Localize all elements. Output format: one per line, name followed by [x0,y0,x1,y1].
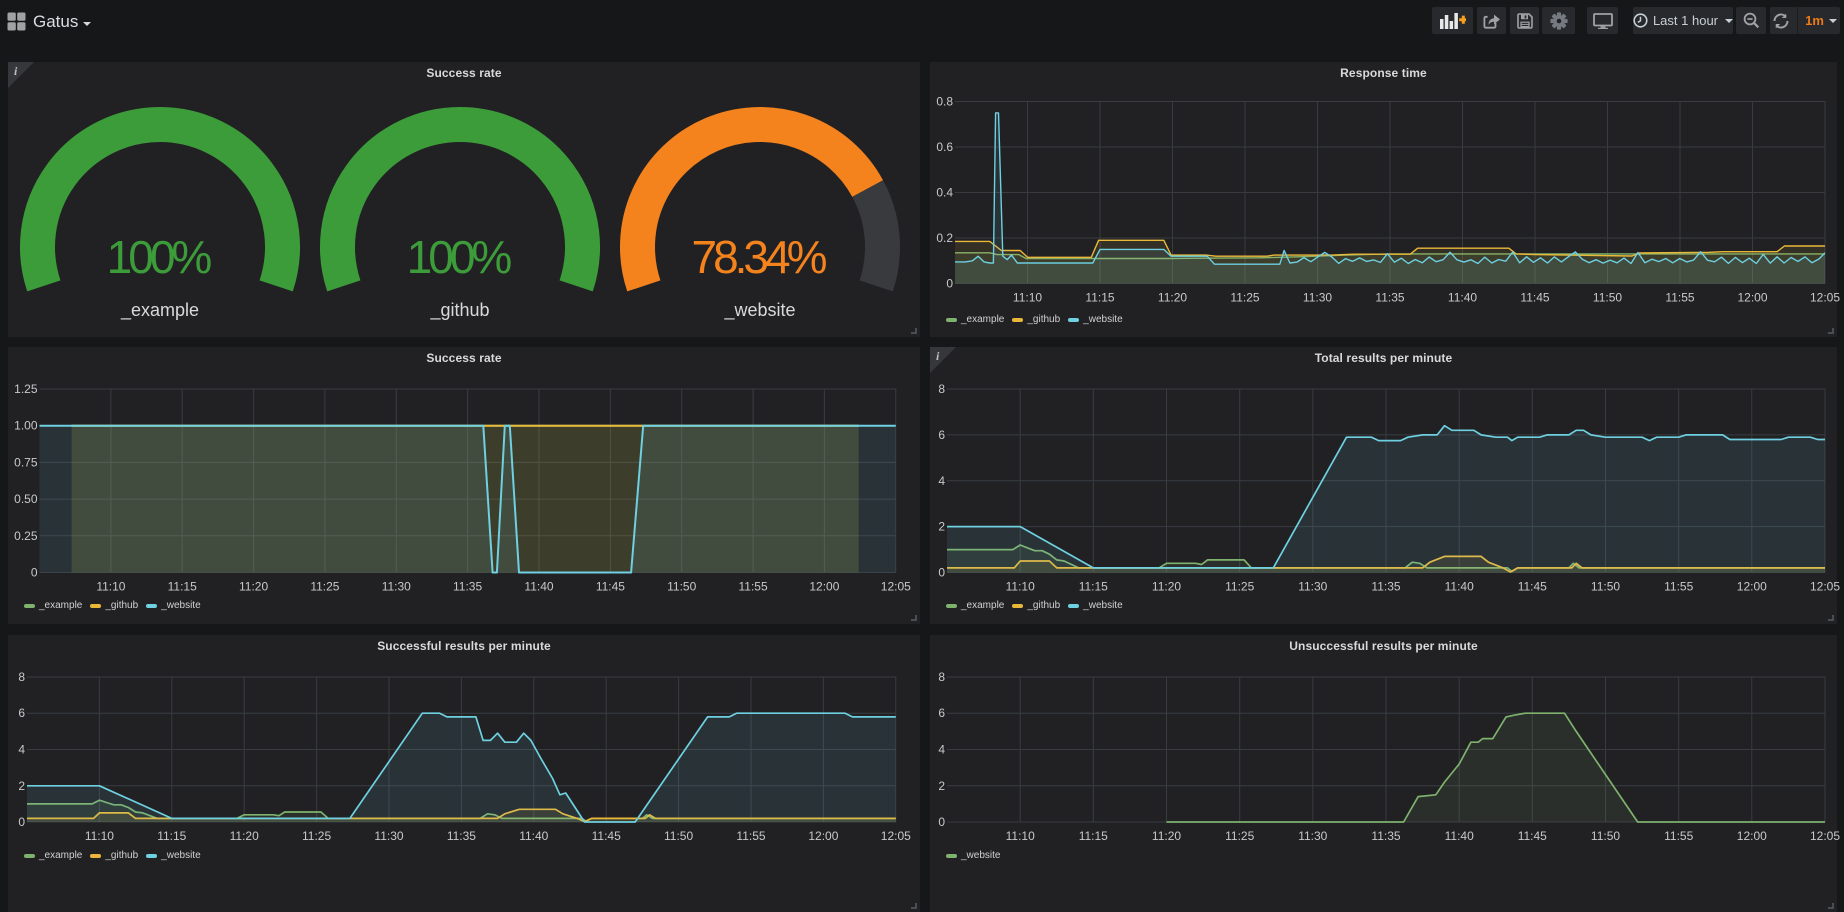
svg-text:0.25: 0.25 [14,529,38,543]
svg-text:0.2: 0.2 [936,231,953,245]
svg-text:11:25: 11:25 [1225,580,1254,594]
svg-text:11:40: 11:40 [1445,829,1474,843]
svg-text:11:10: 11:10 [85,829,114,843]
svg-text:11:50: 11:50 [1591,580,1620,594]
svg-text:11:50: 11:50 [1591,829,1620,843]
svg-text:11:35: 11:35 [453,580,482,594]
svg-text:0: 0 [938,815,945,829]
svg-text:11:30: 11:30 [1298,829,1327,843]
svg-text:11:35: 11:35 [1375,291,1404,305]
svg-text:6: 6 [938,706,945,720]
svg-text:8: 8 [938,670,945,684]
svg-text:12:00: 12:00 [1737,580,1767,594]
svg-text:11:20: 11:20 [1152,580,1181,594]
svg-text:0: 0 [18,815,25,829]
svg-text:11:40: 11:40 [524,580,553,594]
svg-text:11:15: 11:15 [1085,291,1114,305]
svg-text:8: 8 [18,670,25,684]
svg-text:11:25: 11:25 [1225,829,1254,843]
svg-text:11:10: 11:10 [1006,580,1035,594]
svg-text:11:20: 11:20 [230,829,259,843]
svg-text:11:40: 11:40 [1448,291,1477,305]
svg-text:12:05: 12:05 [1810,291,1840,305]
svg-text:12:00: 12:00 [808,829,838,843]
svg-text:11:25: 11:25 [302,829,331,843]
svg-text:4: 4 [938,743,945,757]
svg-text:11:20: 11:20 [239,580,268,594]
svg-text:11:55: 11:55 [1664,580,1693,594]
svg-text:_example: _example [120,300,199,321]
svg-text:11:55: 11:55 [736,829,765,843]
svg-text:11:15: 11:15 [157,829,186,843]
svg-text:11:35: 11:35 [1371,829,1400,843]
svg-text:11:40: 11:40 [1445,580,1474,594]
svg-text:_github: _github [429,300,489,321]
svg-text:11:50: 11:50 [667,580,696,594]
svg-text:0.75: 0.75 [14,455,38,469]
svg-text:11:30: 11:30 [1298,580,1327,594]
svg-text:78.34%: 78.34% [691,231,826,283]
svg-text:0.50: 0.50 [14,492,38,506]
svg-text:_website: _website [723,300,795,321]
svg-text:100%: 100% [107,231,212,283]
svg-text:12:00: 12:00 [1737,291,1767,305]
svg-text:11:25: 11:25 [1230,291,1259,305]
svg-text:11:30: 11:30 [374,829,403,843]
svg-text:11:30: 11:30 [382,580,411,594]
svg-text:12:05: 12:05 [881,829,911,843]
svg-text:12:05: 12:05 [1810,580,1840,594]
svg-text:4: 4 [938,474,945,488]
svg-text:1.00: 1.00 [14,419,38,433]
svg-text:11:20: 11:20 [1158,291,1187,305]
svg-text:11:30: 11:30 [1303,291,1332,305]
svg-text:11:50: 11:50 [1593,291,1622,305]
svg-text:11:55: 11:55 [1665,291,1694,305]
svg-text:11:10: 11:10 [96,580,125,594]
svg-text:12:05: 12:05 [881,580,911,594]
svg-text:11:15: 11:15 [1079,580,1108,594]
svg-text:11:45: 11:45 [1518,580,1547,594]
svg-text:8: 8 [938,382,945,396]
svg-text:11:15: 11:15 [1079,829,1108,843]
svg-text:11:55: 11:55 [1664,829,1693,843]
svg-text:11:15: 11:15 [168,580,197,594]
svg-text:11:45: 11:45 [592,829,621,843]
svg-text:6: 6 [938,428,945,442]
svg-text:6: 6 [18,706,25,720]
svg-text:0.6: 0.6 [936,140,953,154]
svg-text:11:20: 11:20 [1152,829,1181,843]
svg-text:11:40: 11:40 [519,829,548,843]
svg-text:2: 2 [18,779,25,793]
svg-text:11:45: 11:45 [596,580,625,594]
svg-text:11:35: 11:35 [447,829,476,843]
svg-text:0.8: 0.8 [936,95,953,109]
svg-text:12:00: 12:00 [1737,829,1767,843]
svg-text:0: 0 [31,566,38,580]
svg-text:0.4: 0.4 [936,186,953,200]
svg-text:11:45: 11:45 [1518,829,1547,843]
svg-text:4: 4 [18,743,25,757]
svg-text:100%: 100% [407,231,512,283]
svg-text:2: 2 [938,520,945,534]
svg-text:11:10: 11:10 [1006,829,1035,843]
svg-text:12:05: 12:05 [1810,829,1840,843]
svg-text:2: 2 [938,779,945,793]
svg-text:0: 0 [946,277,953,291]
svg-text:11:35: 11:35 [1371,580,1400,594]
svg-text:0: 0 [938,566,945,580]
svg-text:11:55: 11:55 [739,580,768,594]
svg-text:11:50: 11:50 [664,829,693,843]
svg-text:11:45: 11:45 [1520,291,1549,305]
svg-text:1.25: 1.25 [14,382,38,396]
svg-text:11:25: 11:25 [310,580,339,594]
svg-text:11:10: 11:10 [1013,291,1042,305]
svg-text:12:00: 12:00 [809,580,839,594]
